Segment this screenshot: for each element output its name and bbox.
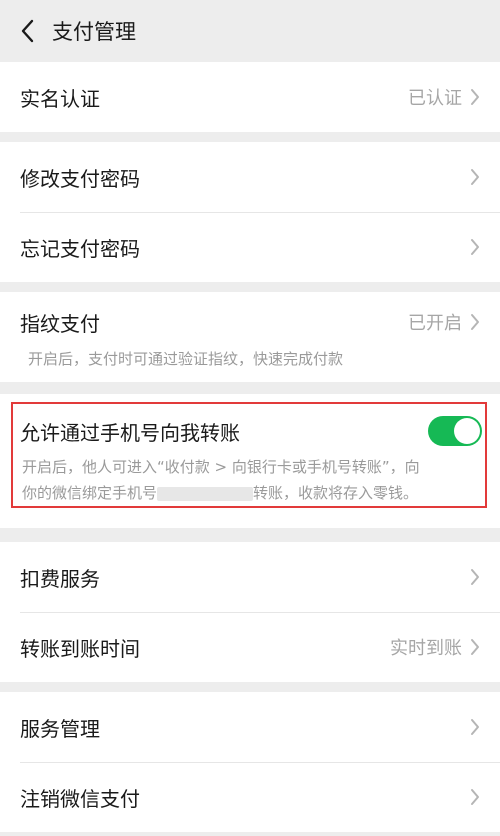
chevron-right-icon [470,567,482,587]
forgot-password-label: 忘记支付密码 [20,236,140,261]
arrival-time-value: 实时到账 [390,638,462,659]
fingerprint-right: 已开启 [408,309,482,335]
highlight-box [11,402,487,508]
fingerprint-label: 指纹支付 [20,311,100,336]
forgot-password-row[interactable]: 忘记支付密码 [0,212,500,282]
group-verification: 实名认证 已认证 [0,62,500,132]
page-title: 支付管理 [52,20,136,44]
real-name-status: 已认证 [408,88,462,109]
chevron-right-icon [470,87,482,107]
service-management-label: 服务管理 [20,716,100,741]
change-password-row[interactable]: 修改支付密码 [0,142,500,212]
fingerprint-row[interactable]: 指纹支付 已开启 [0,292,500,352]
chevron-right-icon [470,787,482,807]
group-fingerprint: 指纹支付 已开启 开启后，支付时可通过验证指纹，快速完成付款 [0,292,500,382]
real-name-row[interactable]: 实名认证 已认证 [0,62,500,132]
cancel-wechat-pay-row[interactable]: 注销微信支付 [0,762,500,832]
group-password: 修改支付密码 忘记支付密码 [0,142,500,282]
group-services: 扣费服务 转账到账时间 实时到账 [0,542,500,682]
real-name-right: 已认证 [408,84,482,110]
arrival-time-right: 实时到账 [390,634,482,660]
arrival-time-label: 转账到账时间 [20,636,140,661]
deduction-service-row[interactable]: 扣费服务 [0,542,500,612]
fingerprint-status: 已开启 [408,313,462,334]
group-management: 服务管理 注销微信支付 [0,692,500,832]
back-arrow-icon[interactable] [14,18,40,44]
chevron-right-icon [470,312,482,332]
chevron-right-icon [470,717,482,737]
cancel-wechat-pay-label: 注销微信支付 [20,786,140,811]
deduction-service-label: 扣费服务 [20,566,100,591]
service-management-row[interactable]: 服务管理 [0,692,500,762]
chevron-right-icon [470,237,482,257]
change-password-label: 修改支付密码 [20,166,140,191]
chevron-right-icon [470,637,482,657]
navigation-bar: 支付管理 [0,0,500,62]
chevron-right-icon [470,167,482,187]
arrival-time-row[interactable]: 转账到账时间 实时到账 [0,612,500,682]
real-name-label: 实名认证 [20,86,100,111]
